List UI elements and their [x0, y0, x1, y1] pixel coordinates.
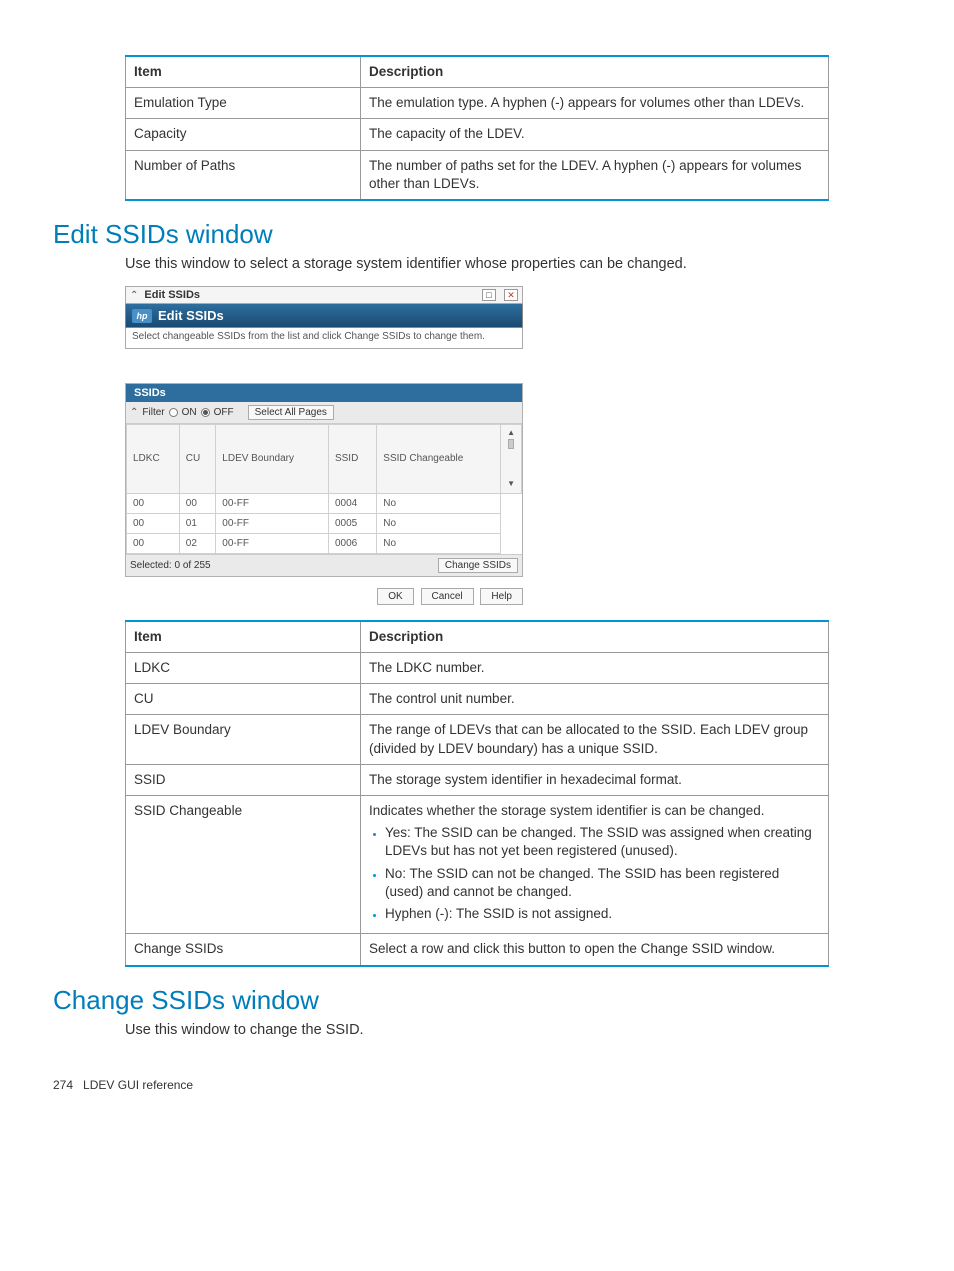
table-row: LDKC The LDKC number. [126, 652, 829, 683]
col-ssid[interactable]: SSID [328, 425, 376, 494]
cell-ldev-boundary: 00-FF [216, 493, 329, 513]
dialog-header-text: Edit SSIDs [158, 308, 224, 323]
bullet-item: Yes: The SSID can be changed. The SSID w… [385, 824, 820, 860]
dialog-title: Edit SSIDs [144, 289, 474, 301]
chapter-name: LDEV GUI reference [83, 1078, 193, 1092]
page-footer: 274 LDEV GUI reference [53, 1078, 829, 1092]
help-button[interactable]: Help [480, 588, 523, 605]
bullet-item: Hyphen (-): The SSID is not assigned. [385, 905, 820, 923]
maximize-button[interactable]: □ [482, 289, 496, 301]
item-cell: LDKC [126, 652, 361, 683]
ssids-row[interactable]: 00 02 00-FF 0006 No [127, 533, 522, 553]
cell-ssid-changeable: No [377, 533, 501, 553]
desc-cell: Select a row and click this button to op… [361, 934, 829, 966]
section-intro: Use this window to change the SSID. [125, 1022, 829, 1038]
table-row: CU The control unit number. [126, 684, 829, 715]
selected-count: Selected: 0 of 255 [130, 560, 438, 571]
col-cu[interactable]: CU [179, 425, 216, 494]
ssids-row[interactable]: 00 01 00-FF 0005 No [127, 513, 522, 533]
desc-cell: The number of paths set for the LDEV. A … [361, 150, 829, 200]
page-number: 274 [53, 1078, 73, 1092]
cell-ldev-boundary: 00-FF [216, 533, 329, 553]
section-intro: Use this window to select a storage syst… [125, 256, 829, 272]
col-ldev-boundary[interactable]: LDEV Boundary [216, 425, 329, 494]
ssids-grid: LDKC CU LDEV Boundary SSID SSID Changeab… [126, 424, 522, 554]
filter-label: Filter [142, 407, 164, 418]
dialog-titlebar: ⌃ Edit SSIDs □ ✕ [125, 286, 523, 304]
col-ldkc[interactable]: LDKC [127, 425, 180, 494]
item-cell: Emulation Type [126, 88, 361, 119]
dialog-instruction: Select changeable SSIDs from the list an… [125, 328, 523, 349]
table-row: Number of Paths The number of paths set … [126, 150, 829, 200]
cell-cu: 01 [179, 513, 216, 533]
cell-ldkc: 00 [127, 533, 180, 553]
desc-cell: Indicates whether the storage system ide… [361, 796, 829, 934]
cancel-button[interactable]: Cancel [421, 588, 474, 605]
table-header-item: Item [126, 621, 361, 653]
desc-cell: The range of LDEVs that can be allocated… [361, 715, 829, 764]
table-header-description: Description [361, 56, 829, 88]
item-cell: Capacity [126, 119, 361, 150]
col-ssid-changeable[interactable]: SSID Changeable [377, 425, 501, 494]
ssids-footer: Selected: 0 of 255 Change SSIDs [126, 554, 522, 576]
section-heading-change-ssids: Change SSIDs window [53, 985, 829, 1016]
item-description-table-1: Item Description Emulation Type The emul… [125, 55, 829, 201]
dialog-header: hp Edit SSIDs [125, 304, 523, 328]
filter-collapse-icon[interactable]: ⌃ [130, 407, 138, 418]
cell-ldev-boundary: 00-FF [216, 513, 329, 533]
edit-ssids-dialog: ⌃ Edit SSIDs □ ✕ hp Edit SSIDs Select ch… [125, 286, 523, 602]
hp-logo-icon: hp [132, 309, 152, 323]
item-cell: Number of Paths [126, 150, 361, 200]
desc-lead: Indicates whether the storage system ide… [369, 803, 764, 818]
table-header-item: Item [126, 56, 361, 88]
desc-cell: The control unit number. [361, 684, 829, 715]
ssids-panel-title: SSIDs [126, 384, 522, 402]
cell-ssid: 0005 [328, 513, 376, 533]
cell-ssid-changeable: No [377, 493, 501, 513]
table-row: Emulation Type The emulation type. A hyp… [126, 88, 829, 119]
ssids-panel: SSIDs ⌃ Filter ON OFF Select All Pages L… [125, 383, 523, 577]
filter-off-radio[interactable] [201, 408, 210, 417]
close-button[interactable]: ✕ [504, 289, 518, 301]
change-ssids-button[interactable]: Change SSIDs [438, 558, 518, 573]
filter-off-label: OFF [214, 407, 234, 418]
ok-button[interactable]: OK [377, 588, 413, 605]
cell-ssid: 0006 [328, 533, 376, 553]
ssids-toolbar: ⌃ Filter ON OFF Select All Pages [126, 402, 522, 424]
item-cell: SSID Changeable [126, 796, 361, 934]
table-row: Change SSIDs Select a row and click this… [126, 934, 829, 966]
cell-ssid-changeable: No [377, 513, 501, 533]
table-row: SSID Changeable Indicates whether the st… [126, 796, 829, 934]
ssids-row[interactable]: 00 00 00-FF 0004 No [127, 493, 522, 513]
filter-on-label: ON [182, 407, 197, 418]
desc-cell: The storage system identifier in hexadec… [361, 764, 829, 795]
item-description-table-2: Item Description LDKC The LDKC number. C… [125, 620, 829, 967]
table-row: LDEV Boundary The range of LDEVs that ca… [126, 715, 829, 764]
bullet-item: No: The SSID can not be changed. The SSI… [385, 865, 820, 901]
section-heading-edit-ssids: Edit SSIDs window [53, 219, 829, 250]
table-row: SSID The storage system identifier in he… [126, 764, 829, 795]
cell-cu: 02 [179, 533, 216, 553]
scrollbar[interactable]: ▲ ▼ [501, 425, 522, 494]
cell-ldkc: 00 [127, 493, 180, 513]
cell-ssid: 0004 [328, 493, 376, 513]
collapse-icon[interactable]: ⌃ [130, 290, 138, 301]
dialog-buttons: OK Cancel Help [125, 591, 523, 602]
select-all-pages-button[interactable]: Select All Pages [248, 405, 334, 420]
filter-on-radio[interactable] [169, 408, 178, 417]
item-cell: CU [126, 684, 361, 715]
table-header-description: Description [361, 621, 829, 653]
desc-bullets: Yes: The SSID can be changed. The SSID w… [369, 824, 820, 923]
item-cell: Change SSIDs [126, 934, 361, 966]
desc-cell: The emulation type. A hyphen (-) appears… [361, 88, 829, 119]
cell-cu: 00 [179, 493, 216, 513]
item-cell: LDEV Boundary [126, 715, 361, 764]
desc-cell: The LDKC number. [361, 652, 829, 683]
desc-cell: The capacity of the LDEV. [361, 119, 829, 150]
table-row: Capacity The capacity of the LDEV. [126, 119, 829, 150]
cell-ldkc: 00 [127, 513, 180, 533]
item-cell: SSID [126, 764, 361, 795]
